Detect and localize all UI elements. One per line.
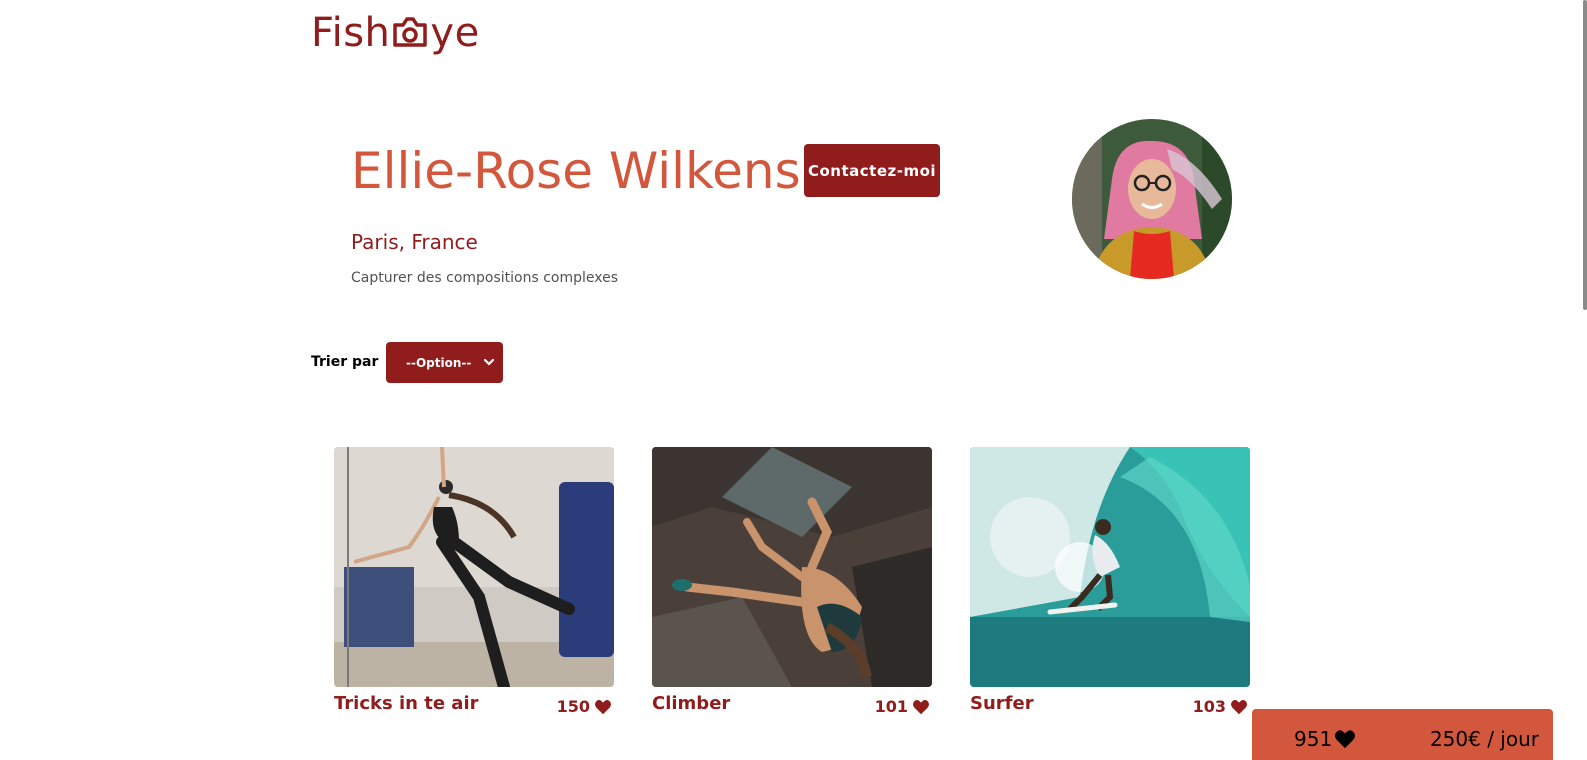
sort-select[interactable]: --Option-- [386,342,503,383]
media-likes[interactable]: 101 [875,697,930,716]
media-title: Tricks in te air [334,693,479,714]
media-thumbnail[interactable] [652,447,932,687]
contact-button[interactable]: Contactez-moi [804,144,940,197]
logo-text-right: ye [430,10,480,56]
heart-icon[interactable] [594,699,612,715]
camera-icon [393,17,428,47]
logo-text-left: Fish [311,10,391,56]
media-likes[interactable]: 103 [1193,697,1248,716]
photographer-name: Ellie-Rose Wilkens [351,142,801,200]
sort-selected-value: --Option-- [406,355,472,370]
heart-icon [1335,730,1356,749]
media-title: Surfer [970,693,1034,714]
chevron-down-icon [483,358,495,366]
media-card[interactable]: Surfer 103 [970,447,1250,716]
avatar [1072,119,1232,279]
heart-icon[interactable] [1230,699,1248,715]
scrollbar[interactable] [1583,0,1587,310]
likes-count: 101 [874,697,908,716]
media-thumbnail[interactable] [334,447,614,687]
likes-count: 103 [1192,697,1226,716]
photographer-page: Fish ye Ellie-Rose Wilkens Contactez-moi… [0,0,1587,760]
sort-label: Trier par [311,354,379,370]
media-likes[interactable]: 150 [557,697,612,716]
total-likes: 951 [1294,727,1356,751]
media-card[interactable]: Climber 101 [652,447,932,716]
photographer-location: Paris, France [351,230,478,254]
likes-count: 150 [556,697,590,716]
heart-icon[interactable] [912,699,930,715]
media-title: Climber [652,693,731,714]
media-card[interactable]: Tricks in te air 150 [334,447,614,716]
total-likes-count: 951 [1294,727,1333,751]
summary-box: 951 250€ / jour [1252,709,1553,760]
logo[interactable]: Fish ye [311,10,480,56]
daily-price: 250€ / jour [1429,727,1539,751]
media-thumbnail[interactable] [970,447,1250,687]
photographer-tagline: Capturer des compositions complexes [351,270,619,286]
